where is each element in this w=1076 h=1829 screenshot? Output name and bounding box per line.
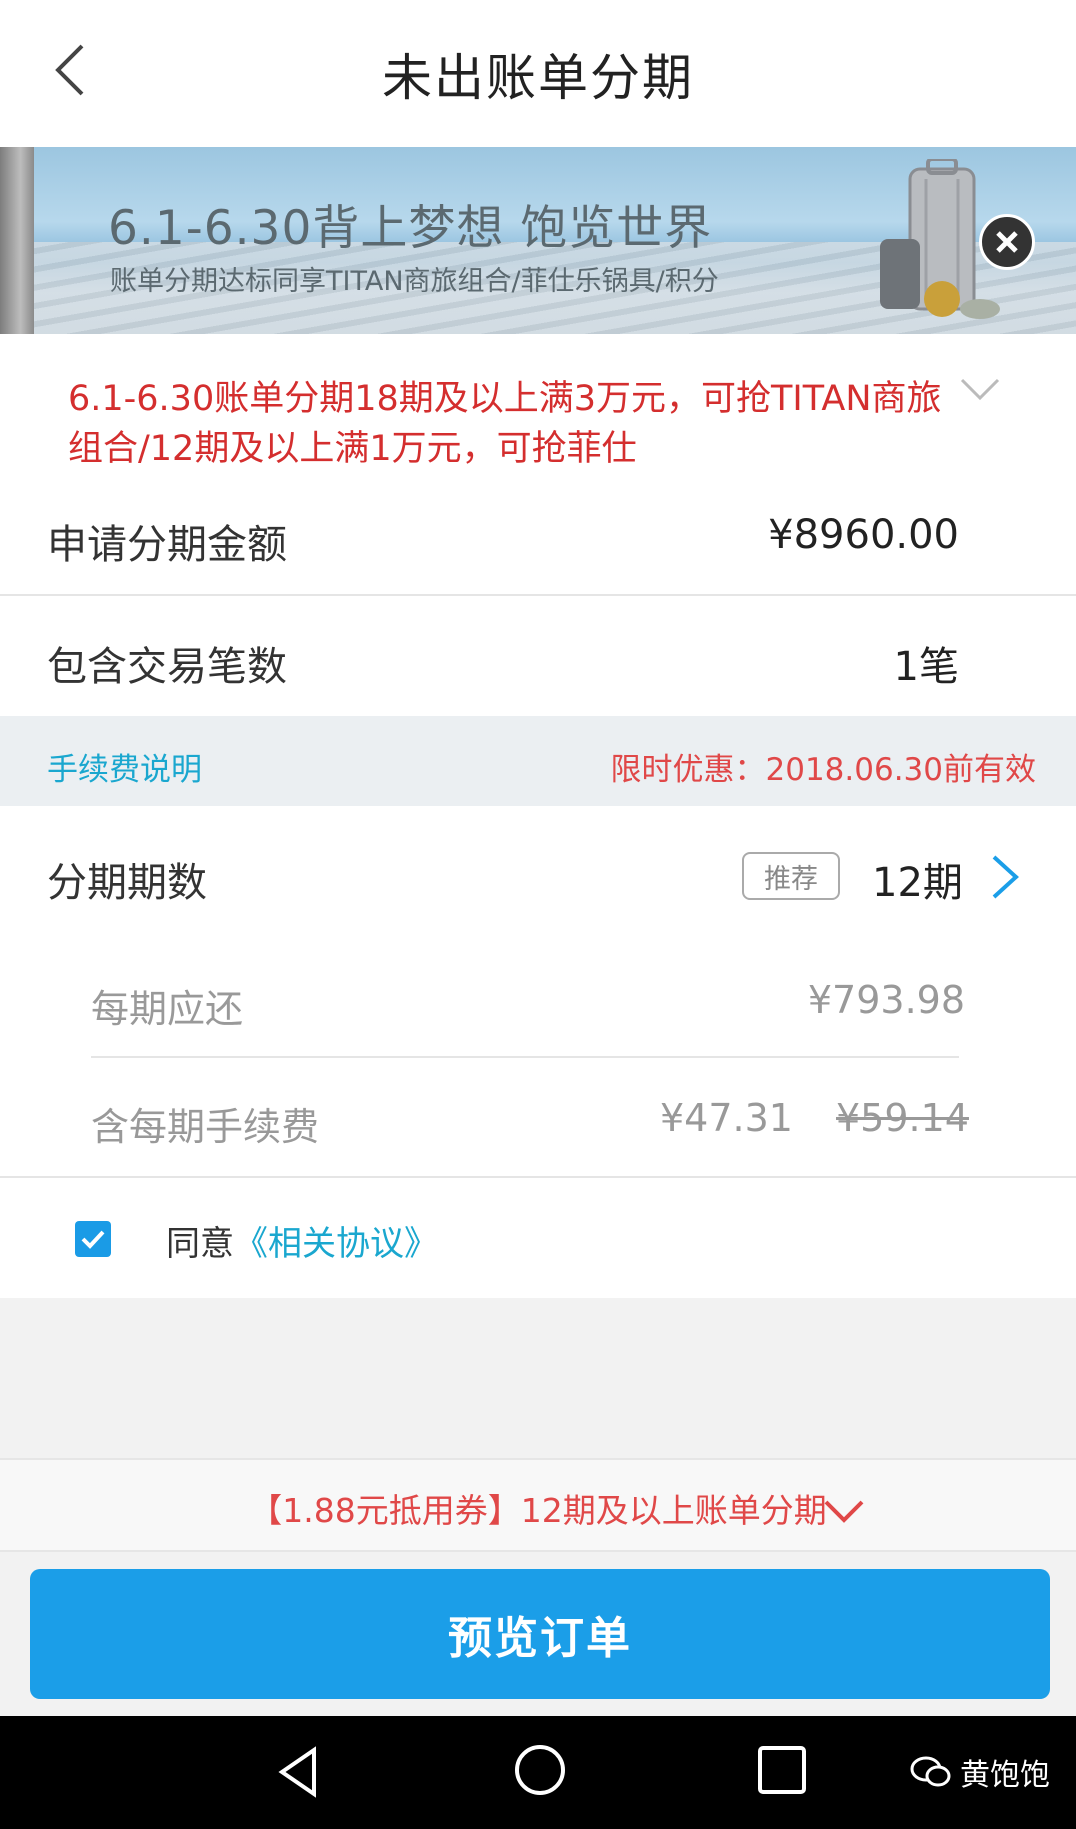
banner-close-button[interactable] xyxy=(979,214,1035,270)
agreement-link[interactable]: 《相关协议》 xyxy=(234,1224,438,1264)
system-nav-bar: 黄饱饱 xyxy=(0,1716,1076,1829)
agreement-checkbox[interactable] xyxy=(75,1221,111,1257)
fee-original-value: ¥59.14 xyxy=(836,1096,969,1140)
period-label: 分期期数 xyxy=(47,860,207,906)
agreement-text: 同意《相关协议》 xyxy=(166,1216,438,1265)
coupon-text: 【1.88元抵用券】12期及以上账单分期 xyxy=(0,1484,1076,1532)
nav-recent-icon[interactable] xyxy=(756,1744,808,1796)
fee-explanation-link[interactable]: 手续费说明 xyxy=(47,744,202,789)
wechat-icon xyxy=(910,1756,951,1787)
limited-offer-text: 限时优惠：2018.06.30前有效 xyxy=(610,752,1037,788)
transaction-count-row: 包含交易笔数 1笔 xyxy=(0,596,1076,716)
count-value: 1笔 xyxy=(893,644,959,690)
check-icon xyxy=(81,1230,105,1249)
count-label: 包含交易笔数 xyxy=(47,644,287,690)
page-title: 未出账单分期 xyxy=(382,49,694,107)
promo-banner[interactable]: 6.1-6.30背上梦想 饱览世界 账单分期达标同享TITAN商旅组合/菲仕乐锅… xyxy=(0,147,1076,334)
chevron-down-icon[interactable] xyxy=(960,378,1000,402)
top-bar: 未出账单分期 xyxy=(0,0,1076,147)
fee-value: ¥47.31 xyxy=(660,1096,793,1140)
fee-info-bar: 手续费说明 限时优惠：2018.06.30前有效 xyxy=(0,716,1076,806)
promo-notice: 6.1-6.30账单分期18期及以上满3万元，可抢TITAN商旅组合/12期及以… xyxy=(0,334,1076,474)
fee-label: 含每期手续费 xyxy=(91,1105,320,1149)
watermark-text: 黄饱饱 xyxy=(960,1758,1050,1793)
close-icon xyxy=(996,231,1018,253)
watermark: 黄饱饱 xyxy=(910,1750,1050,1794)
banner-subline: 账单分期达标同享TITAN商旅组合/菲仕乐锅具/积分 xyxy=(110,266,719,297)
promo-text: 6.1-6.30账单分期18期及以上满3万元，可抢TITAN商旅组合/12期及以… xyxy=(68,379,942,469)
coupon-bar[interactable]: 【1.88元抵用券】12期及以上账单分期 xyxy=(0,1458,1076,1552)
banner-headline: 6.1-6.30背上梦想 饱览世界 xyxy=(108,201,713,256)
preview-order-button[interactable]: 预览订单 xyxy=(30,1569,1050,1699)
divider xyxy=(91,1056,959,1058)
agreement-row: 同意《相关协议》 xyxy=(0,1178,1076,1298)
period-value: 12期 xyxy=(872,860,963,906)
monthly-payment-label: 每期应还 xyxy=(91,987,244,1031)
amount-row: 申请分期金额 ¥8960.00 xyxy=(0,474,1076,594)
agreement-prefix: 同意 xyxy=(166,1224,234,1264)
monthly-payment-value: ¥793.98 xyxy=(807,978,965,1022)
installment-period-row[interactable]: 分期期数 推荐 12期 xyxy=(0,806,1076,938)
chevron-down-icon xyxy=(824,1500,864,1523)
coupon-label: 【1.88元抵用券】12期及以上账单分期 xyxy=(249,1491,827,1530)
banner-pillar xyxy=(0,147,34,334)
preview-order-label: 预览订单 xyxy=(448,1613,632,1664)
chevron-right-icon xyxy=(992,855,1019,899)
recommended-badge: 推荐 xyxy=(742,852,840,900)
nav-home-icon[interactable] xyxy=(512,1742,568,1798)
amount-value: ¥8960.00 xyxy=(768,512,959,558)
amount-label: 申请分期金额 xyxy=(47,522,287,568)
installment-detail: 每期应还 ¥793.98 含每期手续费 ¥47.31 ¥59.14 xyxy=(0,938,1076,1178)
nav-back-icon[interactable] xyxy=(272,1744,328,1800)
